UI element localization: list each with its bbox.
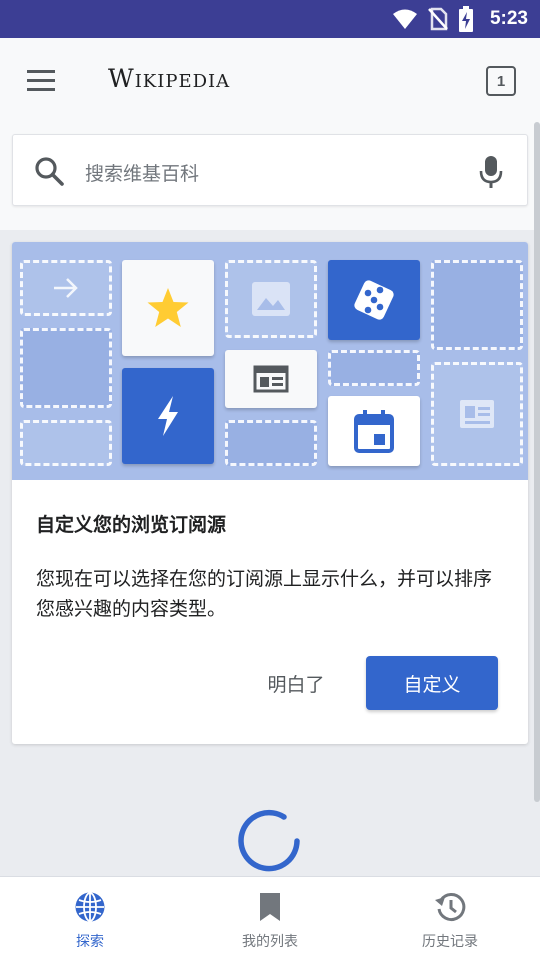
on-this-day-tile xyxy=(328,396,420,466)
microphone-icon[interactable] xyxy=(479,155,503,189)
star-icon xyxy=(147,288,189,327)
customize-feed-card: 自定义您的浏览订阅源 您现在可以选择在您的订阅源上显示什么，并可以排序您感兴趣的… xyxy=(12,242,528,744)
nav-history[interactable]: 历史记录 xyxy=(360,877,540,960)
calendar-icon xyxy=(354,410,394,453)
nav-history-label: 历史记录 xyxy=(422,934,478,950)
arrow-right-icon xyxy=(54,278,78,298)
history-icon xyxy=(435,893,466,922)
lightning-icon xyxy=(158,396,178,436)
placeholder-tile-image xyxy=(225,260,317,338)
card-title: 自定义您的浏览订阅源 xyxy=(36,514,227,536)
card-illustration xyxy=(12,242,528,480)
search-placeholder: 搜索维基百科 xyxy=(85,163,200,185)
placeholder-tile xyxy=(20,328,112,408)
bookmark-icon xyxy=(260,893,280,921)
customize-button[interactable]: 自定义 xyxy=(366,656,498,710)
battery-charging-icon xyxy=(458,6,473,32)
placeholder-tile xyxy=(328,350,420,386)
nav-my-lists[interactable]: 我的列表 xyxy=(180,877,360,960)
menu-icon[interactable] xyxy=(24,66,60,96)
wikipedia-wordmark: Wikipedia xyxy=(108,64,231,93)
app-bar: Wikipedia 1 xyxy=(0,38,540,126)
placeholder-tile xyxy=(431,260,523,350)
nav-explore-label: 探索 xyxy=(76,934,104,950)
placeholder-tile-card xyxy=(431,362,523,466)
tab-count: 1 xyxy=(496,72,506,90)
status-time: 5:23 xyxy=(489,8,528,29)
scrollbar[interactable] xyxy=(534,122,540,802)
tabs-button[interactable]: 1 xyxy=(486,66,516,96)
random-tile xyxy=(328,260,420,340)
search-icon xyxy=(35,157,64,186)
id-card-icon xyxy=(460,400,494,428)
got-it-button[interactable]: 明白了 xyxy=(244,658,348,708)
placeholder-tile xyxy=(225,420,317,466)
news-tile xyxy=(225,350,317,408)
featured-tile xyxy=(122,260,214,356)
search-input[interactable]: 搜索维基百科 xyxy=(12,134,528,206)
placeholder-tile xyxy=(20,420,112,466)
placeholder-tile-arrow xyxy=(20,260,112,316)
image-icon xyxy=(252,282,290,316)
status-icons: 5:23 xyxy=(392,0,528,38)
no-sim-icon xyxy=(428,7,448,31)
nav-explore[interactable]: 探索 xyxy=(0,877,180,960)
nav-my-lists-label: 我的列表 xyxy=(242,934,298,950)
wifi-icon xyxy=(392,9,417,29)
search-area: 搜索维基百科 xyxy=(0,126,540,230)
in-the-news-tile xyxy=(122,368,214,464)
loading-spinner xyxy=(238,809,300,872)
newspaper-icon xyxy=(253,365,289,393)
card-body: 您现在可以选择在您的订阅源上显示什么，并可以排序您感兴趣的内容类型。 xyxy=(36,568,493,620)
globe-icon xyxy=(75,892,105,922)
bottom-navigation: 探索 我的列表 历史记录 xyxy=(0,876,540,960)
dice-icon xyxy=(354,280,394,320)
status-bar: 5:23 xyxy=(0,0,540,38)
